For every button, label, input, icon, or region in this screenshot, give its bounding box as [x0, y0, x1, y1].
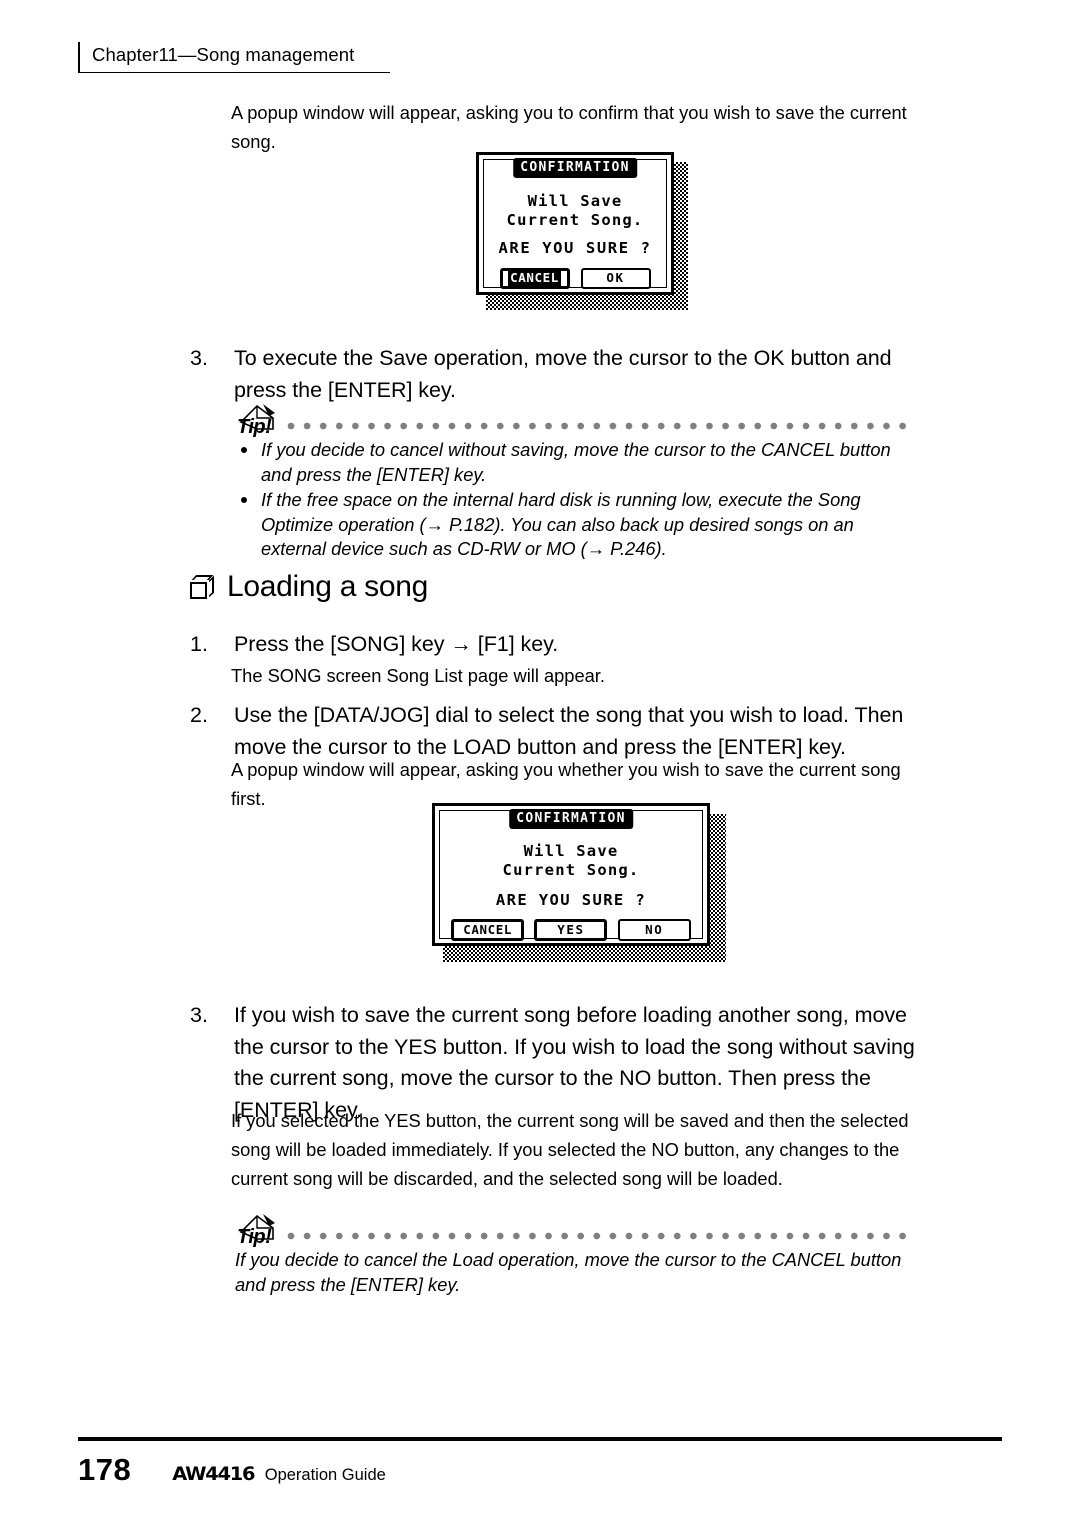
- footer-divider: [78, 1437, 1002, 1441]
- tip-dotted-rule: [287, 422, 915, 430]
- step-3-save: 3. To execute the Save operation, move t…: [190, 343, 920, 406]
- tip-dotted-rule: [287, 1232, 915, 1240]
- lcd-screen-body: CONFIRMATION Will Save Current Song. ARE…: [432, 803, 710, 946]
- tip-block-load: Tip! If you decide to cancel the Load op…: [235, 1214, 915, 1297]
- step-2-load: 2. Use the [DATA/JOG] dial to select the…: [190, 700, 930, 763]
- step-1-load: 1. Press the [SONG] key → [F1] key.: [190, 629, 920, 661]
- footer-guide-label: Operation Guide: [264, 1466, 386, 1484]
- step-1-load-detail: The SONG screen Song List page will appe…: [231, 665, 605, 686]
- lcd-yes-button[interactable]: YES: [534, 919, 608, 941]
- tip-item-text: If you decide to cancel without saving, …: [261, 439, 891, 485]
- step-3-load-detail: If you selected the YES button, the curr…: [231, 1110, 909, 1189]
- section-title: Loading a song: [227, 570, 428, 603]
- lcd-ok-label: OK: [606, 270, 625, 286]
- lcd-yes-label: YES: [557, 921, 585, 937]
- tip-header: Tip!: [235, 404, 915, 438]
- tip-block-save: Tip! If you decide to cancel without sav…: [235, 404, 915, 563]
- section-heading-loading-a-song: Loading a song: [190, 570, 428, 604]
- lcd-screen-body: CONFIRMATION Will Save Current Song. ARE…: [476, 152, 674, 295]
- step-2-load-number: 2.: [190, 703, 208, 727]
- tip-list-item: If you decide to cancel without saving, …: [235, 438, 915, 487]
- chapter-title: Chapter11—Song management: [92, 44, 355, 65]
- lcd-cancel-label: CANCEL: [508, 270, 561, 286]
- lcd-cancel-button[interactable]: CANCEL: [499, 268, 570, 289]
- tip-label: Tip!: [237, 1226, 272, 1248]
- lcd-title-confirmation: CONFIRMATION: [509, 809, 633, 829]
- bullet-icon: [241, 497, 247, 503]
- tip-header: Tip!: [235, 1214, 915, 1248]
- lcd-message-line1: Will Save: [523, 842, 619, 860]
- lcd-no-button[interactable]: NO: [617, 919, 691, 941]
- tip-item-text: If the free space on the internal hard d…: [261, 489, 861, 559]
- bullet-icon: [241, 447, 247, 453]
- step-3-load-number: 3.: [190, 1003, 208, 1027]
- tip-paragraph: If you decide to cancel the Load operati…: [235, 1249, 902, 1295]
- step-3-save-number: 3.: [190, 346, 208, 370]
- step-3-save-text: To execute the Save operation, move the …: [234, 346, 892, 402]
- product-logo: AW4416: [172, 1463, 255, 1485]
- lcd-button-row: CANCEL OK: [484, 268, 666, 289]
- tip-list: If you decide to cancel without saving, …: [235, 438, 915, 562]
- lcd-message-line1: Will Save: [527, 192, 623, 210]
- page-header: Chapter11—Song management: [78, 42, 390, 73]
- step-1-load-number: 1.: [190, 632, 208, 656]
- cube-bullet-icon: [190, 575, 214, 599]
- lcd-cancel-label: CANCEL: [463, 921, 513, 937]
- intro-paragraph: A popup window will appear, asking you t…: [231, 102, 907, 152]
- lcd-inner-frame: CONFIRMATION Will Save Current Song. ARE…: [439, 809, 703, 941]
- lcd-dialog-load: CONFIRMATION Will Save Current Song. ARE…: [432, 803, 732, 963]
- step-1-load-text: Press the [SONG] key → [F1] key.: [234, 632, 559, 656]
- lcd-question: ARE YOU SURE ?: [495, 891, 647, 909]
- lcd-button-row: CANCEL YES NO: [440, 919, 702, 941]
- lcd-inner-frame: CONFIRMATION Will Save Current Song. ARE…: [483, 158, 667, 289]
- tip-list-item: If the free space on the internal hard d…: [235, 488, 915, 562]
- page-number: 178: [78, 1452, 132, 1487]
- lcd-ok-button[interactable]: OK: [580, 268, 651, 289]
- lcd-question: ARE YOU SURE ?: [498, 239, 652, 257]
- step-2-load-text: Use the [DATA/JOG] dial to select the so…: [234, 703, 904, 759]
- page-footer: 178 AW4416 Operation Guide: [78, 1452, 386, 1488]
- lcd-no-label: NO: [645, 921, 664, 937]
- tip-label: Tip!: [237, 416, 272, 438]
- lcd-title-confirmation: CONFIRMATION: [513, 158, 637, 178]
- lcd-message-line2: Current Song.: [502, 861, 640, 879]
- lcd-dialog-save: CONFIRMATION Will Save Current Song. ARE…: [476, 152, 691, 312]
- lcd-cancel-button[interactable]: CANCEL: [451, 919, 525, 941]
- lcd-message-line2: Current Song.: [506, 211, 644, 229]
